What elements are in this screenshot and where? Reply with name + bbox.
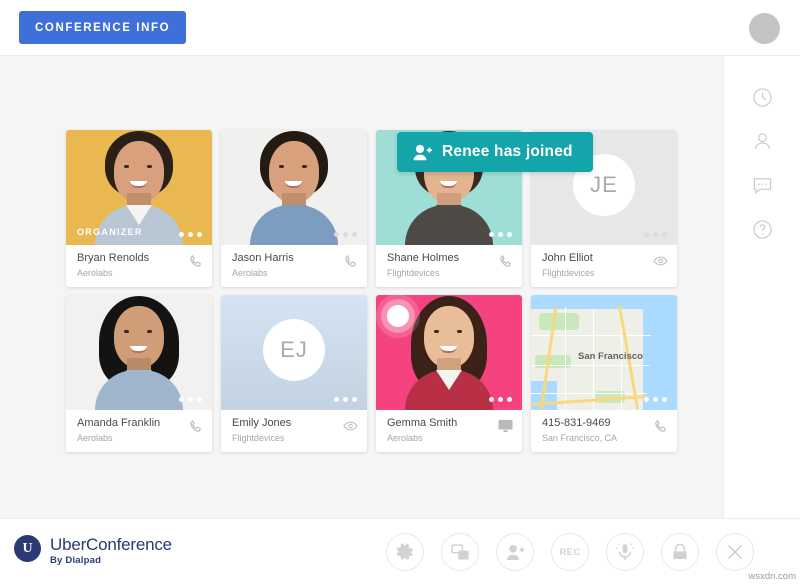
participant-info: John Elliot Flightdevices xyxy=(531,245,677,287)
participant-org: Flightdevices xyxy=(232,433,285,443)
participant-card[interactable]: Jason Harris Aerolabs xyxy=(221,130,367,287)
chat-icon[interactable] xyxy=(740,163,784,207)
card-options-menu[interactable] xyxy=(489,397,512,402)
eye-icon xyxy=(653,254,668,268)
participant-info: 415-831-9469 San Francisco, CA xyxy=(531,410,677,452)
close-icon xyxy=(727,544,743,560)
phone-icon xyxy=(189,254,203,268)
card-options-menu[interactable] xyxy=(179,397,202,402)
person-add-icon xyxy=(413,144,432,161)
participant-info: Amanda Franklin Aerolabs xyxy=(66,410,212,452)
card-options-menu[interactable] xyxy=(489,232,512,237)
brand-name: UberConference xyxy=(50,535,172,554)
phone-icon xyxy=(499,254,513,268)
participant-thumbnail: San Francisco xyxy=(531,295,677,410)
participant-initials: EJ xyxy=(263,319,325,382)
join-notification-toast: Renee has joined xyxy=(397,132,593,172)
app-footer: U UberConference By Dialpad REC wsxdn.co… xyxy=(0,518,800,584)
phone-icon xyxy=(654,419,668,433)
lock-call-button[interactable] xyxy=(661,533,699,571)
participant-info: Gemma Smith Aerolabs xyxy=(376,410,522,452)
participant-card[interactable]: ORGANIZER Bryan Renolds Aerolabs xyxy=(66,130,212,287)
gear-icon xyxy=(396,542,413,560)
participant-card[interactable]: Amanda Franklin Aerolabs xyxy=(66,295,212,452)
phone-icon xyxy=(344,254,358,268)
participant-thumbnail: EJ xyxy=(221,295,367,410)
location-map: San Francisco xyxy=(531,295,677,410)
participant-org: San Francisco, CA xyxy=(542,433,618,443)
participant-name: John Elliot xyxy=(542,252,593,264)
participant-card[interactable]: San Francisco 415-831-9469 San Francisco… xyxy=(531,295,677,452)
participant-org: Aerolabs xyxy=(77,433,113,443)
participant-name: Gemma Smith xyxy=(387,417,458,429)
participant-thumbnail: ORGANIZER xyxy=(66,130,212,245)
brand-logo-group: U UberConference By Dialpad xyxy=(14,535,172,566)
participant-name: 415-831-9469 xyxy=(542,417,611,429)
participant-name: Jason Harris xyxy=(232,252,294,264)
watermark: wsxdn.com xyxy=(748,571,796,582)
speaking-indicator xyxy=(387,305,409,327)
participant-stage: Renee has joined ORGANIZER Bryan Renolds… xyxy=(0,56,723,518)
participant-grid: ORGANIZER Bryan Renolds Aerolabs Jason H… xyxy=(66,130,677,452)
participant-org: Aerolabs xyxy=(232,268,268,278)
participant-info: Emily Jones Flightdevices xyxy=(221,410,367,452)
participant-thumbnail xyxy=(221,130,367,245)
phone-icon xyxy=(189,419,203,433)
card-options-menu[interactable] xyxy=(644,232,667,237)
participant-info: Jason Harris Aerolabs xyxy=(221,245,367,287)
person-add-icon xyxy=(506,544,524,560)
participant-info: Bryan Renolds Aerolabs xyxy=(66,245,212,287)
participant-name: Bryan Renolds xyxy=(77,252,150,264)
brand-subtitle: By Dialpad xyxy=(50,555,102,566)
uberconference-app: CONFERENCE INFO Renee has joined ORGANIZ… xyxy=(0,0,800,584)
map-city-label: San Francisco xyxy=(578,351,643,362)
participant-org: Aerolabs xyxy=(387,433,423,443)
end-call-button[interactable] xyxy=(716,533,754,571)
eye-icon xyxy=(343,419,358,433)
microphone-icon xyxy=(616,543,634,561)
screen-share-icon xyxy=(450,543,469,559)
participant-name: Shane Holmes xyxy=(387,252,460,264)
participant-name: Emily Jones xyxy=(232,417,292,429)
settings-button[interactable] xyxy=(386,533,424,571)
join-notification-text: Renee has joined xyxy=(442,143,573,160)
participant-thumbnail xyxy=(66,295,212,410)
right-sidebar xyxy=(723,56,800,518)
card-options-menu[interactable] xyxy=(334,232,357,237)
participant-thumbnail xyxy=(376,295,522,410)
avatar[interactable] xyxy=(749,13,780,44)
app-header: CONFERENCE INFO xyxy=(0,0,800,56)
record-button[interactable]: REC xyxy=(551,533,589,571)
add-participant-button[interactable] xyxy=(496,533,534,571)
card-options-menu[interactable] xyxy=(334,397,357,402)
conference-info-button[interactable]: CONFERENCE INFO xyxy=(19,11,187,44)
participant-info: Shane Holmes Flightdevices xyxy=(376,245,522,287)
card-options-menu[interactable] xyxy=(644,397,667,402)
screen-share-button[interactable] xyxy=(441,533,479,571)
lock-icon xyxy=(673,543,687,559)
uberconference-logo-icon: U xyxy=(14,535,41,562)
participant-org: Flightdevices xyxy=(542,268,595,278)
participants-icon[interactable] xyxy=(740,119,784,163)
history-icon[interactable] xyxy=(740,75,784,119)
organizer-badge: ORGANIZER xyxy=(77,227,143,237)
participant-org: Flightdevices xyxy=(387,268,440,278)
card-options-menu[interactable] xyxy=(179,232,202,237)
screen-share-icon xyxy=(498,419,513,433)
participant-card[interactable]: EJ Emily Jones Flightdevices xyxy=(221,295,367,452)
rec-icon: REC xyxy=(559,546,581,558)
call-toolbar: REC xyxy=(386,533,754,571)
participant-name: Amanda Franklin xyxy=(77,417,161,429)
mute-button[interactable] xyxy=(606,533,644,571)
participant-card[interactable]: Gemma Smith Aerolabs xyxy=(376,295,522,452)
participant-org: Aerolabs xyxy=(77,268,113,278)
help-icon[interactable] xyxy=(740,207,784,251)
